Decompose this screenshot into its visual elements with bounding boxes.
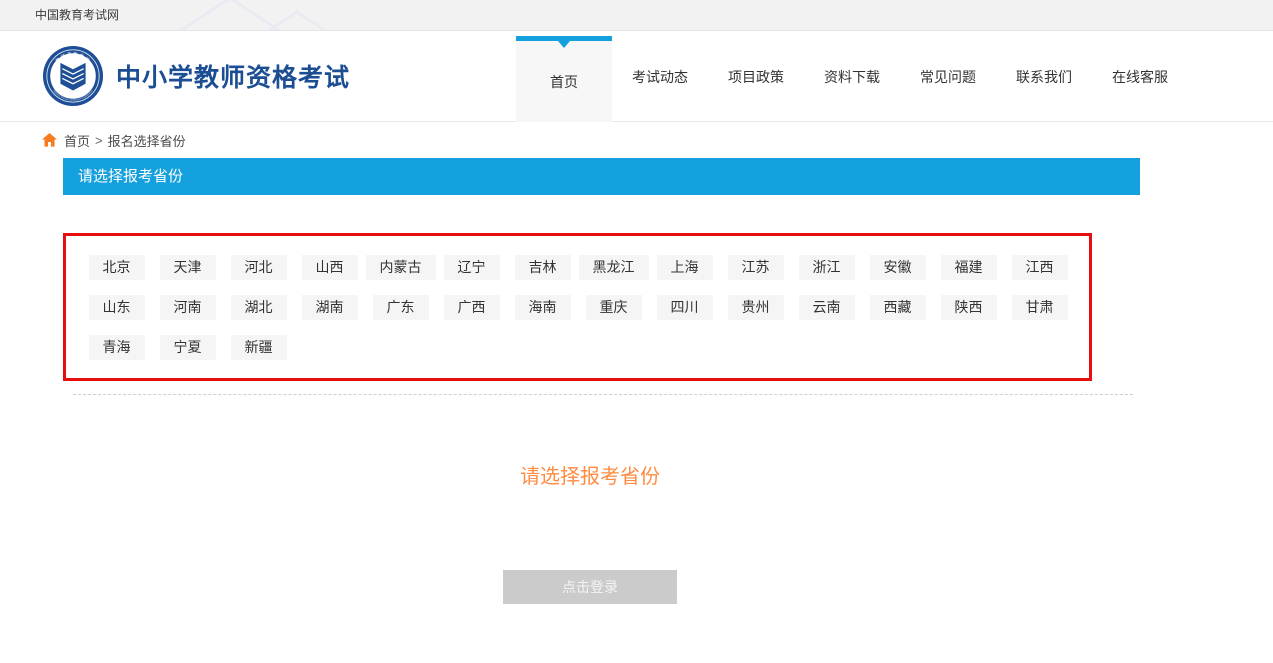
topbar: 中国教育考试网: [0, 0, 1273, 31]
province-button[interactable]: 河北: [231, 255, 287, 280]
province-button[interactable]: 青海: [89, 335, 145, 360]
breadcrumb-home[interactable]: 首页: [64, 131, 90, 150]
nav-item-online-service[interactable]: 在线客服: [1092, 31, 1188, 122]
province-button[interactable]: 云南: [799, 295, 855, 320]
nav-item-faq[interactable]: 常见问题: [900, 31, 996, 122]
province-button[interactable]: 宁夏: [160, 335, 216, 360]
brand[interactable]: 教师资格考试 National Teacher Certification Ex…: [42, 45, 350, 107]
province-button[interactable]: 浙江: [799, 255, 855, 280]
section-banner-title: 请选择报考省份: [78, 168, 183, 185]
province-button[interactable]: 广西: [444, 295, 500, 320]
province-button[interactable]: 福建: [941, 255, 997, 280]
nav-item-label: 常见问题: [920, 67, 976, 87]
province-button[interactable]: 天津: [160, 255, 216, 280]
province-button[interactable]: 西藏: [870, 295, 926, 320]
province-button[interactable]: 山西: [302, 255, 358, 280]
nav-item-label: 联系我们: [1016, 67, 1072, 87]
login-button[interactable]: 点击登录: [503, 570, 677, 604]
province-button[interactable]: 贵州: [728, 295, 784, 320]
province-button[interactable]: 江西: [1012, 255, 1068, 280]
province-button[interactable]: 甘肃: [1012, 295, 1068, 320]
province-button[interactable]: 湖北: [231, 295, 287, 320]
province-button[interactable]: 江苏: [728, 255, 784, 280]
province-button[interactable]: 新疆: [231, 335, 287, 360]
province-button[interactable]: 辽宁: [444, 255, 500, 280]
province-button[interactable]: 重庆: [586, 295, 642, 320]
site-name[interactable]: 中国教育考试网: [35, 8, 119, 22]
province-button[interactable]: 黑龙江: [579, 255, 649, 280]
dashed-divider: [73, 394, 1133, 395]
breadcrumb-separator: >: [95, 133, 103, 148]
province-row: 北京天津河北山西内蒙古辽宁吉林黑龙江上海江苏浙江安徽福建江西: [81, 255, 1089, 280]
province-button[interactable]: 安徽: [870, 255, 926, 280]
main-nav: 首页 考试动态 项目政策 资料下载 常见问题 联系我们 在线客服: [516, 31, 1188, 122]
nav-item-label: 首页: [550, 72, 578, 92]
select-province-message: 请选择报考省份: [40, 467, 1140, 487]
province-button[interactable]: 上海: [657, 255, 713, 280]
province-picker: 北京天津河北山西内蒙古辽宁吉林黑龙江上海江苏浙江安徽福建江西山东河南湖北湖南广东…: [63, 233, 1092, 381]
province-button[interactable]: 北京: [89, 255, 145, 280]
nav-item-downloads[interactable]: 资料下载: [804, 31, 900, 122]
breadcrumb-current: 报名选择省份: [108, 131, 186, 150]
province-button[interactable]: 四川: [657, 295, 713, 320]
province-row: 山东河南湖北湖南广东广西海南重庆四川贵州云南西藏陕西甘肃: [81, 295, 1089, 320]
nav-item-exam-news[interactable]: 考试动态: [612, 31, 708, 122]
province-row: 青海宁夏新疆: [81, 335, 1089, 360]
mountain-decoration-icon: [150, 0, 430, 31]
nav-item-label: 在线客服: [1112, 67, 1168, 87]
nav-item-label: 资料下载: [824, 67, 880, 87]
province-button[interactable]: 海南: [515, 295, 571, 320]
nav-item-label: 考试动态: [632, 67, 688, 87]
province-button[interactable]: 陕西: [941, 295, 997, 320]
province-button[interactable]: 河南: [160, 295, 216, 320]
province-button[interactable]: 内蒙古: [366, 255, 436, 280]
header: 教师资格考试 National Teacher Certification Ex…: [0, 31, 1273, 122]
nav-item-label: 项目政策: [728, 67, 784, 87]
nav-item-home[interactable]: 首页: [516, 36, 612, 122]
home-icon[interactable]: [42, 133, 57, 147]
province-button[interactable]: 山东: [89, 295, 145, 320]
section-banner: 请选择报考省份: [63, 158, 1140, 195]
province-button[interactable]: 吉林: [515, 255, 571, 280]
breadcrumb: 首页 > 报名选择省份: [0, 122, 1273, 158]
nav-item-policy[interactable]: 项目政策: [708, 31, 804, 122]
nav-item-contact-us[interactable]: 联系我们: [996, 31, 1092, 122]
province-button[interactable]: 湖南: [302, 295, 358, 320]
teacher-certification-logo-icon: 教师资格考试 National Teacher Certification Ex…: [42, 45, 104, 107]
province-button[interactable]: 广东: [373, 295, 429, 320]
page-title: 中小学教师资格考试: [116, 58, 350, 94]
